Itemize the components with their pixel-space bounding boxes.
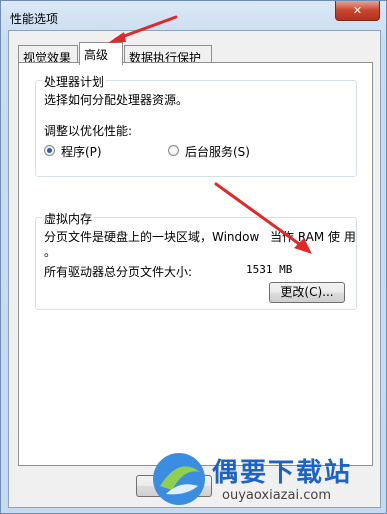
title-bar[interactable]: 性能选项 ✕ xyxy=(1,1,386,31)
radio-background-services[interactable]: 后台服务(S) xyxy=(168,143,288,159)
radio-background-dot[interactable] xyxy=(168,145,179,156)
advanced-tab-panel: 处理器计划 选择如何分配处理器资源。 调整以优化性能: 程序(P) 后台服务(S… xyxy=(18,62,373,466)
window-title: 性能选项 xyxy=(10,12,59,26)
site-watermark: 偶要下载站 ouyaoxiazai.com xyxy=(150,448,387,514)
close-button[interactable]: ✕ xyxy=(335,1,380,21)
watermark-url: ouyaoxiazai.com xyxy=(222,488,331,503)
vm-description-line2: 。 xyxy=(44,245,57,259)
radio-background-label: 后台服务(S) xyxy=(185,145,250,159)
close-icon: ✕ xyxy=(352,4,363,17)
watermark-brand: 偶要下载站 xyxy=(212,458,353,488)
virtual-memory-group: 虚拟内存 分页文件是硬盘上的一块区域，Window 当作 RAM 使 用 。 所… xyxy=(35,210,357,310)
group-title: 虚拟内存 xyxy=(42,210,95,227)
tab-advanced[interactable]: 高级 xyxy=(79,42,123,65)
radio-programs-dot[interactable] xyxy=(44,145,55,156)
processor-description: 选择如何分配处理器资源。 xyxy=(44,93,189,107)
total-paging-label: 所有驱动器总分页文件大小: xyxy=(44,265,193,279)
adjust-label: 调整以优化性能: xyxy=(44,124,133,138)
tab-label: 高级 xyxy=(84,48,109,62)
change-button[interactable]: 更改(C)... xyxy=(269,282,345,303)
total-paging-value: 1531 MB xyxy=(246,263,293,276)
vm-description-line1: 分页文件是硬盘上的一块区域，Window xyxy=(44,230,260,244)
processor-scheduling-group: 处理器计划 选择如何分配处理器资源。 调整以优化性能: 程序(P) 后台服务(S… xyxy=(35,73,357,177)
group-title: 处理器计划 xyxy=(42,73,107,90)
radio-programs[interactable]: 程序(P) xyxy=(44,143,154,159)
radio-programs-label: 程序(P) xyxy=(61,145,102,159)
dialog-client: 视觉效果 高级 数据执行保护 处理器计划 选择如何分配处理器资源。 调整以优化性… xyxy=(8,30,381,508)
performance-options-window: 性能选项 ✕ 视觉效果 高级 数据执行保护 处理器计划 选择如何分配处理器资源。… xyxy=(0,0,387,514)
watermark-logo-icon xyxy=(153,453,205,505)
vm-description-line1-tail: 当作 RAM 使 用 xyxy=(270,230,356,244)
